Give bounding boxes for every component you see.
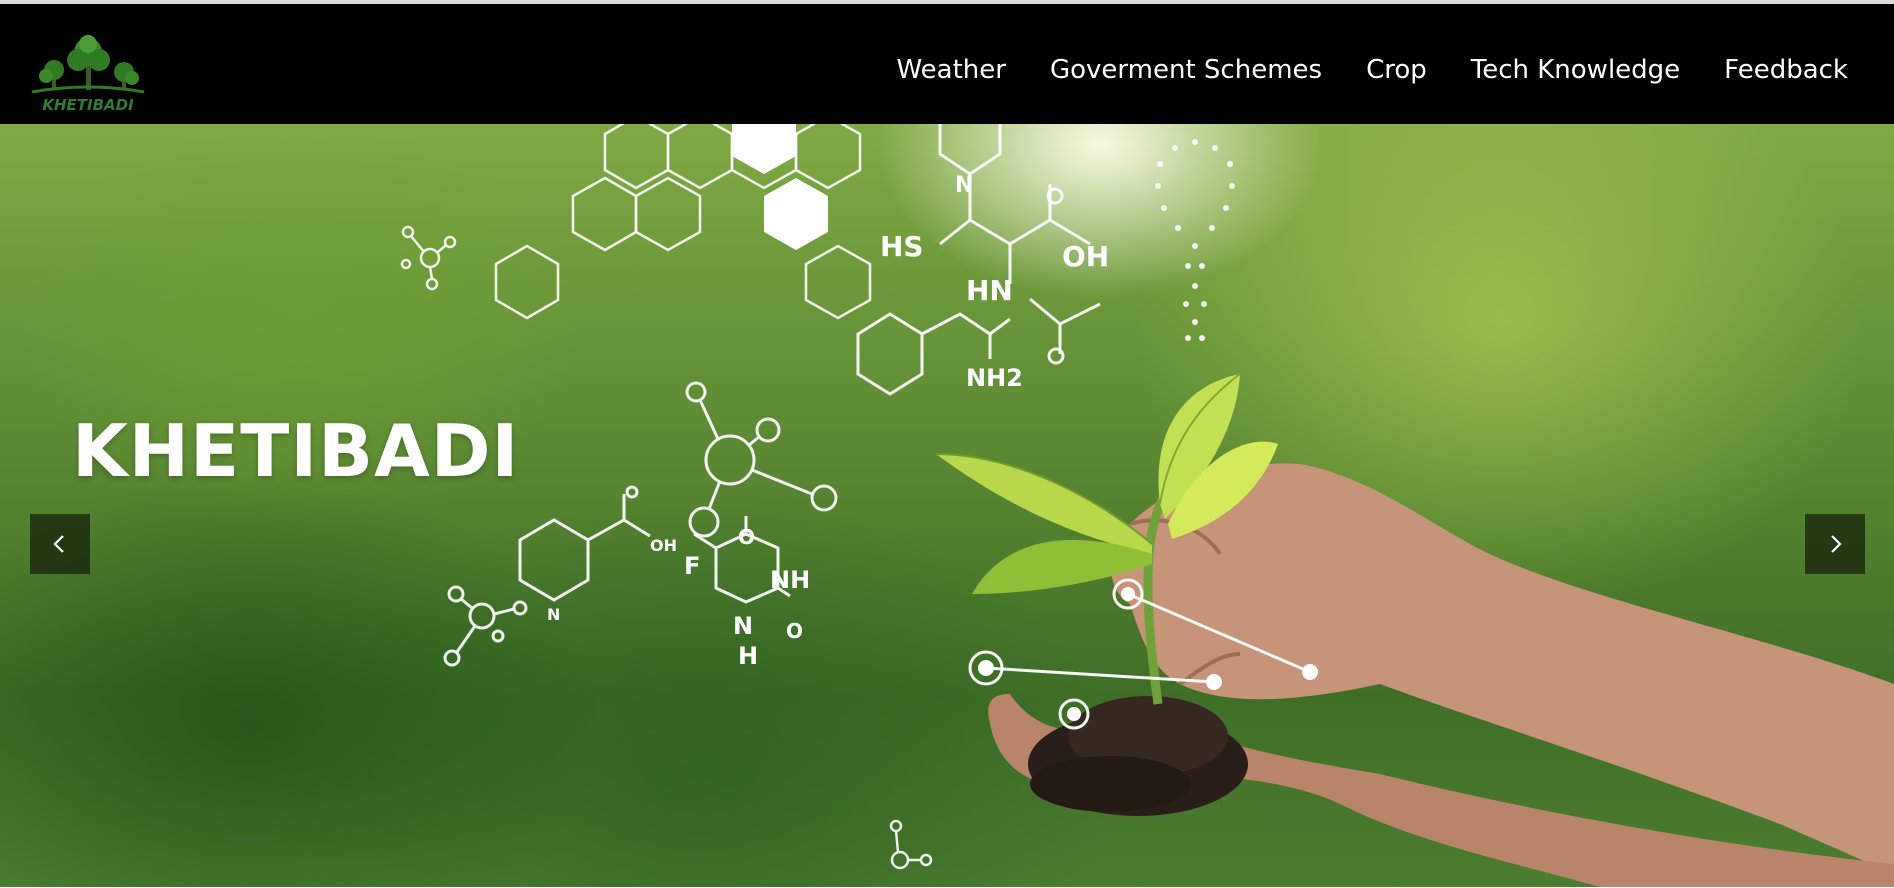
tree-logo-icon: KHETIBADI [31,35,145,114]
main-nav: Weather Goverment Schemes Crop Tech Know… [853,54,1849,86]
svg-text:OH: OH [1062,240,1109,273]
navbar: KHETIBADI Weather Goverment Schemes Crop… [0,4,1894,124]
svg-text:N: N [733,612,753,640]
hero-image: HS OH HN NH2 N OH N F NH N H O O [400,124,1894,887]
svg-text:HN: HN [966,274,1013,307]
svg-text:OH: OH [650,536,677,555]
svg-text:NH: NH [770,566,810,594]
hero-carousel: HS OH HN NH2 N OH N F NH N H O O KHETIBA… [0,124,1894,887]
nav-feedback[interactable]: Feedback [1724,54,1848,86]
svg-text:H: H [738,642,758,670]
svg-text:HS: HS [880,230,924,263]
chevron-left-icon [53,535,64,553]
logo-text: KHETIBADI [42,96,134,114]
nav-government-schemes[interactable]: Goverment Schemes [1050,54,1322,86]
svg-text:N: N [547,605,560,624]
nav-weather[interactable]: Weather [897,54,1006,86]
dna-icon [1155,139,1235,341]
nav-tech-knowledge[interactable]: Tech Knowledge [1471,54,1680,86]
svg-text:NH2: NH2 [966,364,1023,392]
molecule-icon [400,225,457,291]
carousel-next-button[interactable] [1805,514,1865,574]
svg-text:O: O [738,525,755,549]
carousel-prev-button[interactable] [30,514,90,574]
svg-text:O: O [786,619,803,643]
nav-crop[interactable]: Crop [1366,54,1427,86]
brand-logo[interactable]: KHETIBADI [26,34,150,118]
hero-title: KHETIBADI [72,409,520,493]
svg-text:F: F [684,552,700,580]
svg-text:N: N [955,173,973,198]
molecule-network-icon [685,381,838,538]
chevron-right-icon [1831,535,1842,553]
